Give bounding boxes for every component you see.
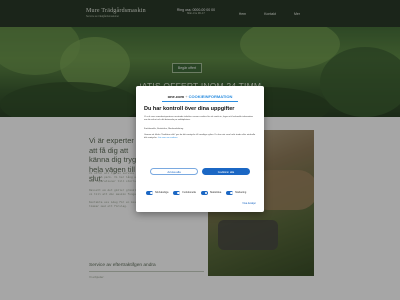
toggle-marketing[interactable]: Marketing — [226, 191, 246, 195]
toggle-label: Marketing — [235, 191, 247, 195]
consent-toggles: Nödvändiga Funktionella Statistiska Mark… — [146, 191, 246, 195]
show-details-link[interactable]: Visa detaljer — [242, 202, 256, 205]
toggle-necessary[interactable]: Nödvändiga — [146, 191, 168, 195]
cookie-consent-dialog: one.com + COOKIEINFORMATION Du har kontr… — [136, 86, 264, 212]
toggle-switch[interactable] — [146, 191, 153, 195]
plus-sign: + — [185, 94, 188, 99]
toggle-functional[interactable]: Funktionella — [173, 191, 196, 195]
accept-all-button[interactable]: Godkänn alla — [202, 168, 250, 175]
toggle-statistics[interactable]: Statistiska — [200, 191, 222, 195]
toggle-switch[interactable] — [200, 191, 208, 195]
consent-purposes: Funktionella, Statistiska, Marknadsförin… — [144, 128, 184, 130]
reject-all-button[interactable]: Avvisa alla — [150, 168, 198, 175]
toggle-switch[interactable] — [173, 191, 181, 195]
toggle-switch[interactable] — [226, 191, 234, 195]
consent-description-2: Genom att klicka "Godkänn alla" ger du d… — [144, 134, 256, 140]
toggle-label: Funktionella — [182, 191, 196, 195]
logo-divider — [162, 101, 238, 102]
read-more-link[interactable]: Läs mer om cookies — [158, 137, 178, 139]
cookieinformation-logo: COOKIEINFORMATION — [188, 94, 233, 99]
toggle-label: Nödvändiga — [155, 191, 169, 195]
toggle-label: Statistiska — [209, 191, 222, 195]
consent-logos: one.com + COOKIEINFORMATION — [136, 94, 264, 99]
consent-title: Du har kontroll över dina uppgifter — [144, 106, 235, 112]
onecom-logo: one.com — [167, 94, 185, 99]
consent-description: Vi och våra samarbetspartners använder t… — [144, 116, 254, 121]
